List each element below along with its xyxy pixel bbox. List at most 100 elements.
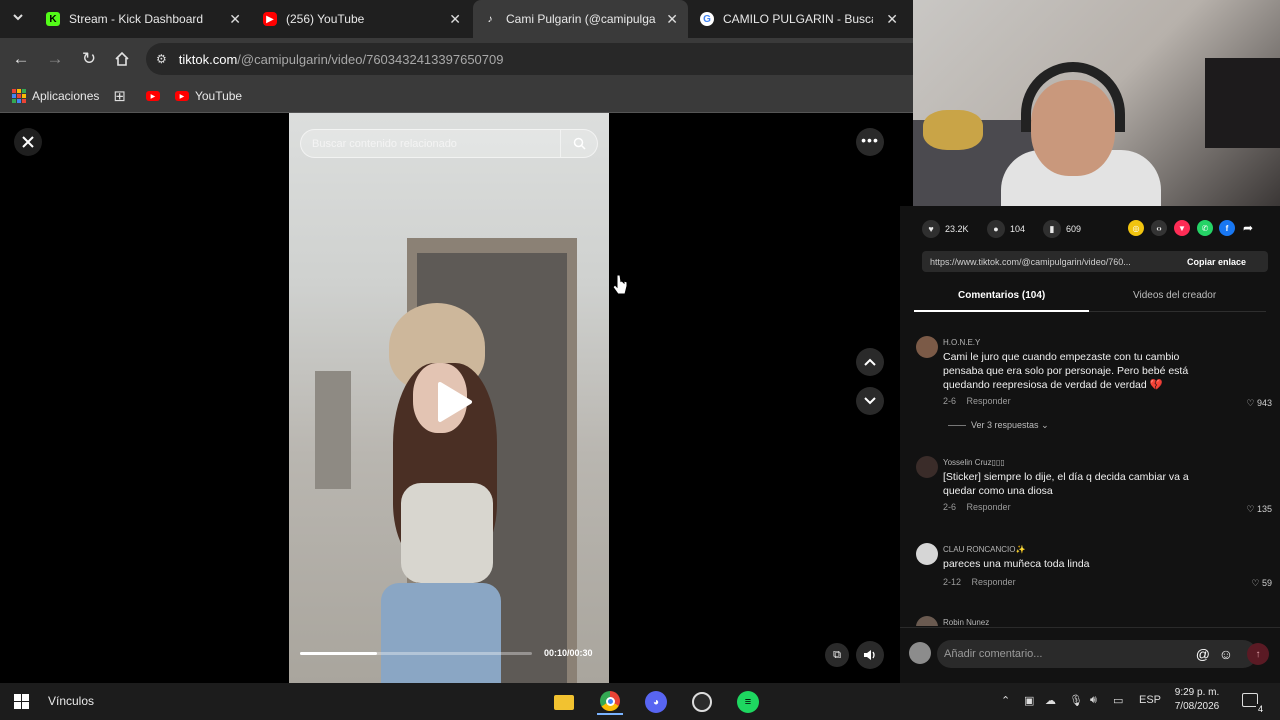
forward-icon[interactable]: → bbox=[44, 48, 66, 70]
search-icon bbox=[573, 137, 586, 150]
tab-strip: K Stream - Kick Dashboard ✕ ▶ (256) YouT… bbox=[0, 0, 913, 38]
webcam-headset bbox=[1021, 62, 1125, 132]
close-tab-icon[interactable]: ✕ bbox=[229, 11, 241, 28]
microphone-icon[interactable]: 🎙︎ bbox=[1069, 694, 1083, 707]
like-button[interactable]: ♥ 23.2K bbox=[922, 220, 969, 238]
tab-google[interactable]: G CAMILO PULGARIN - Buscar co ✕ bbox=[690, 0, 908, 38]
back-icon[interactable]: ← bbox=[10, 48, 32, 70]
comment-like-button[interactable]: ♡ 59 bbox=[1251, 578, 1272, 589]
spotify-icon[interactable]: ≡ bbox=[735, 689, 761, 715]
tray-expand-icon[interactable]: ⌃ bbox=[1001, 694, 1010, 707]
comment-username[interactable]: Robin Nunez bbox=[943, 618, 989, 626]
copy-link-button[interactable]: Copiar enlace bbox=[1187, 257, 1246, 267]
language-indicator[interactable]: ESP bbox=[1139, 694, 1161, 706]
tab-youtube[interactable]: ▶ (256) YouTube ✕ bbox=[253, 0, 471, 38]
bookmark-youtube[interactable]: YouTube bbox=[195, 89, 242, 103]
bookmark-icon: ▮ bbox=[1043, 220, 1061, 238]
file-explorer-icon[interactable] bbox=[551, 689, 577, 715]
embed-icon[interactable]: ‹› bbox=[1151, 220, 1167, 236]
comment-username[interactable]: H.O.N.E.Y bbox=[943, 338, 980, 347]
whatsapp-icon[interactable]: ✆ bbox=[1197, 220, 1213, 236]
links-toolbar[interactable]: Vínculos bbox=[48, 694, 94, 708]
chevron-down-icon: ⌄ bbox=[1041, 420, 1049, 430]
discord-icon[interactable]: ◕ bbox=[643, 689, 669, 715]
reply-button[interactable]: Responder bbox=[967, 396, 1011, 406]
comments-tabs: Comentarios (104) Videos del creador bbox=[914, 282, 1266, 312]
close-tab-icon[interactable]: ✕ bbox=[886, 11, 898, 28]
close-tab-icon[interactable]: ✕ bbox=[666, 11, 678, 28]
windows-taskbar: Vínculos ◕ ≡ ⌃ ▣ ☁ 🎙︎ 🔊︎ ▭ ESP 9:29 p. m… bbox=[0, 683, 1280, 720]
facebook-icon[interactable]: f bbox=[1219, 220, 1235, 236]
apps-grid-icon[interactable] bbox=[12, 89, 26, 103]
avatar[interactable] bbox=[916, 616, 938, 626]
avatar[interactable] bbox=[916, 336, 938, 358]
related-search-input[interactable]: Buscar contenido relacionado bbox=[300, 129, 598, 158]
close-viewer-button[interactable] bbox=[14, 128, 42, 156]
obs-icon[interactable] bbox=[689, 689, 715, 715]
pip-button[interactable]: ⧉ bbox=[825, 643, 849, 667]
bookmark-apps[interactable]: Aplicaciones bbox=[32, 89, 99, 103]
more-options-button[interactable]: ••• bbox=[856, 128, 884, 156]
person-jeans bbox=[381, 583, 501, 683]
comment-button[interactable]: ● 104 bbox=[987, 220, 1025, 238]
volume-icon bbox=[864, 650, 875, 660]
heart-outline-icon: ♡ bbox=[1246, 398, 1255, 408]
tab-comments[interactable]: Comentarios (104) bbox=[958, 290, 1045, 301]
notification-center-button[interactable]: 4 bbox=[1242, 693, 1265, 714]
network-icon[interactable]: ▭ bbox=[1113, 694, 1123, 707]
more-icon: ••• bbox=[861, 132, 879, 148]
comment-icon: ● bbox=[987, 220, 1005, 238]
play-icon bbox=[438, 382, 472, 422]
next-video-button[interactable] bbox=[856, 387, 884, 415]
towel bbox=[315, 371, 351, 489]
clock[interactable]: 9:29 p. m. 7/08/2026 bbox=[1168, 686, 1226, 714]
chrome-icon[interactable] bbox=[597, 689, 623, 715]
comment-item: H.O.N.E.Y Cami le juro que cuando empeza… bbox=[916, 336, 1272, 446]
comment-item: Robin Nunez bbox=[916, 616, 1272, 626]
progress-bar[interactable] bbox=[300, 652, 532, 655]
share-link-text[interactable]: https://www.tiktok.com/@camipulgarin/vid… bbox=[930, 257, 1165, 267]
comment-username[interactable]: Yosselin Cruz▯▯▯ bbox=[943, 458, 1005, 467]
comment-input[interactable]: Añadir comentario... @ ☺ bbox=[937, 640, 1257, 668]
notification-count: 4 bbox=[1255, 704, 1265, 714]
video-player[interactable]: Buscar contenido relacionado 00:10/00:30 bbox=[289, 113, 609, 683]
comment-text: pareces una muñeca toda linda bbox=[943, 558, 1090, 570]
google-icon: G bbox=[700, 12, 714, 26]
mention-icon[interactable]: @ bbox=[1196, 646, 1210, 662]
send-icon[interactable]: ▼ bbox=[1174, 220, 1190, 236]
reply-button[interactable]: Responder bbox=[967, 502, 1011, 512]
site-settings-icon[interactable]: ⚙ bbox=[156, 52, 167, 66]
tab-kick[interactable]: K Stream - Kick Dashboard ✕ bbox=[36, 0, 251, 38]
share-friends-icon[interactable]: ◎ bbox=[1128, 220, 1144, 236]
comment-like-button[interactable]: ♡ 943 bbox=[1246, 398, 1272, 409]
share-arrow-icon[interactable]: ➦ bbox=[1240, 220, 1256, 236]
comments-panel: ♥ 23.2K ● 104 ▮ 609 ◎ ‹› ▼ ✆ f ➦ https://ww… bbox=[900, 206, 1280, 683]
tab-search-chevron-icon[interactable] bbox=[11, 10, 25, 27]
emoji-icon[interactable]: ☺ bbox=[1219, 646, 1233, 662]
volume-button[interactable] bbox=[856, 641, 884, 669]
youtube-bookmark-icon[interactable]: ▶ bbox=[145, 91, 160, 101]
play-button[interactable] bbox=[434, 381, 474, 428]
reply-button[interactable]: Responder bbox=[972, 577, 1016, 587]
comment-like-button[interactable]: ♡ 135 bbox=[1246, 504, 1272, 515]
tab-tiktok[interactable]: ♪ Cami Pulgarin (@camipulgarin ✕ bbox=[473, 0, 688, 38]
close-tab-icon[interactable]: ✕ bbox=[449, 11, 461, 28]
home-icon[interactable] bbox=[111, 48, 133, 70]
tray-app-icon[interactable]: ▣ bbox=[1024, 694, 1034, 707]
save-button[interactable]: ▮ 609 bbox=[1043, 220, 1081, 238]
grid-icon[interactable]: ⊞ bbox=[113, 87, 126, 105]
address-bar[interactable]: ⚙ tiktok.com/@camipulgarin/video/7603432… bbox=[146, 43, 916, 75]
speaker-icon[interactable]: 🔊︎ bbox=[1090, 694, 1097, 707]
avatar[interactable] bbox=[916, 543, 938, 565]
send-comment-button[interactable]: ↑ bbox=[1247, 643, 1269, 665]
tab-creator-videos[interactable]: Videos del creador bbox=[1133, 290, 1216, 301]
tray-cloud-icon[interactable]: ☁ bbox=[1045, 694, 1056, 707]
search-button[interactable] bbox=[560, 130, 597, 157]
view-replies-button[interactable]: Ver 3 respuestas ⌄ bbox=[948, 420, 1049, 431]
start-button[interactable] bbox=[14, 694, 29, 709]
comment-meta: 2-6 Responder bbox=[943, 502, 1011, 512]
comment-username[interactable]: CLAU RONCANCIO✨ bbox=[943, 545, 1025, 554]
previous-video-button[interactable] bbox=[856, 348, 884, 376]
reload-icon[interactable]: ↻ bbox=[78, 48, 100, 70]
avatar[interactable] bbox=[916, 456, 938, 478]
